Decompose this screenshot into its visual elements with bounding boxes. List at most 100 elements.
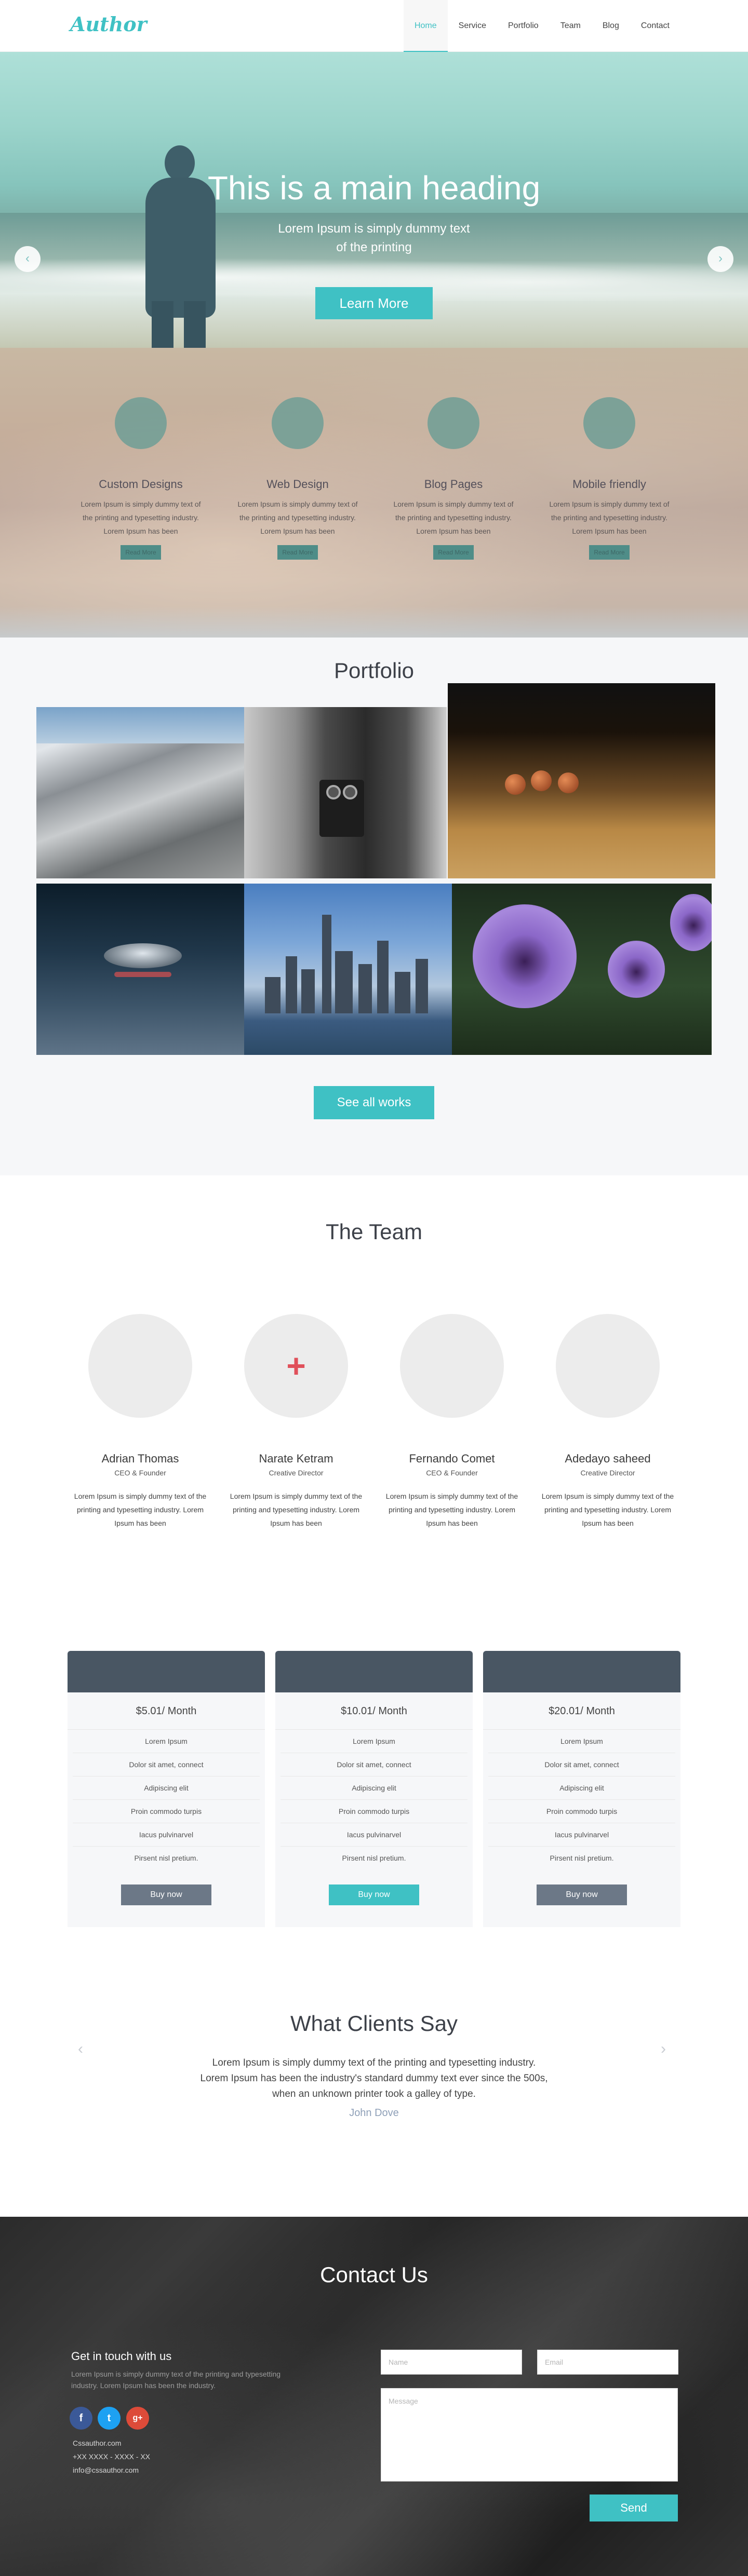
- services-bottom-strip: [0, 606, 748, 638]
- nav-blog[interactable]: Blog: [592, 0, 630, 52]
- contact-subtitle: Get in touch with us: [71, 2350, 172, 2363]
- hero-slider: This is a main heading Lorem Ipsum is si…: [0, 52, 748, 348]
- plan-features: Lorem Ipsum Dolor sit amet, connect Adip…: [68, 1730, 265, 1870]
- portfolio-image-mountains[interactable]: [36, 707, 244, 878]
- slider-next-icon[interactable]: ›: [707, 246, 733, 272]
- plan-feature: Iacus pulvinarvel: [488, 1823, 675, 1847]
- plan-feature: Proin commodo turpis: [488, 1800, 675, 1823]
- testimonial-next-icon[interactable]: ›: [661, 2040, 666, 2058]
- plan-feature: Adipiscing elit: [488, 1777, 675, 1800]
- team-member: Adrian Thomas CEO & Founder Lorem Ipsum …: [70, 1314, 210, 1530]
- service-title: Web Design: [266, 478, 329, 491]
- member-role: Creative Director: [269, 1469, 324, 1477]
- contact-text: Lorem Ipsum is simply dummy text of the …: [71, 2370, 281, 2390]
- testimonial-prev-icon[interactable]: ‹: [78, 2040, 83, 2058]
- service-card: Blog Pages Lorem Ipsum is simply dummy t…: [389, 397, 518, 560]
- contact-title: Contact Us: [320, 2262, 428, 2287]
- site-logo[interactable]: Author: [70, 12, 147, 36]
- plan-feature: Iacus pulvinarvel: [73, 1823, 260, 1847]
- plan-feature: Dolor sit amet, connect: [280, 1753, 468, 1777]
- site-header: Author Home Service Portfolio Team Blog …: [0, 0, 748, 52]
- nav-contact[interactable]: Contact: [630, 0, 680, 52]
- read-more-button[interactable]: Read More: [277, 545, 318, 560]
- avatar: [88, 1314, 192, 1418]
- member-name: Adedayo saheed: [565, 1452, 651, 1465]
- plus-icon[interactable]: +: [244, 1349, 348, 1382]
- google-plus-icon[interactable]: g+: [126, 2407, 149, 2430]
- service-card: Web Design Lorem Ipsum is simply dummy t…: [233, 397, 363, 560]
- plan-header: [275, 1651, 473, 1692]
- read-more-button[interactable]: Read More: [433, 545, 474, 560]
- plan-feature: Pirsent nisl pretium.: [342, 1854, 406, 1862]
- plan-feature: Adipiscing elit: [73, 1777, 260, 1800]
- team-title: The Team: [326, 1219, 422, 1244]
- plan-feature: Lorem Ipsum: [73, 1730, 260, 1753]
- nav-portfolio[interactable]: Portfolio: [497, 0, 550, 52]
- plan-feature: Iacus pulvinarvel: [280, 1823, 468, 1847]
- portfolio-image-drone[interactable]: [36, 884, 244, 1055]
- plan-price: $20.01/ Month: [483, 1692, 680, 1730]
- plan-price: $5.01/ Month: [68, 1692, 265, 1730]
- portfolio-section: Portfolio See all works: [0, 638, 748, 1175]
- send-button[interactable]: Send: [590, 2494, 678, 2521]
- nav-home[interactable]: Home: [403, 0, 448, 52]
- plan-feature: Pirsent nisl pretium.: [134, 1854, 198, 1862]
- name-field[interactable]: Name: [381, 2350, 522, 2375]
- buy-now-button[interactable]: Buy now: [121, 1884, 211, 1905]
- portfolio-image-camera[interactable]: [244, 707, 447, 878]
- plan-feature: Pirsent nisl pretium.: [550, 1854, 614, 1862]
- contact-email[interactable]: info@cssauthor.com: [73, 2466, 139, 2474]
- service-text: Lorem Ipsum is simply dummy text of the …: [237, 500, 358, 535]
- portfolio-image-city[interactable]: [244, 884, 452, 1055]
- service-card: Custom Designs Lorem Ipsum is simply dum…: [76, 397, 206, 560]
- plan-feature: Proin commodo turpis: [280, 1800, 468, 1823]
- twitter-icon[interactable]: t: [98, 2407, 121, 2430]
- hero-subheading: Lorem Ipsum is simply dummy text of the …: [0, 220, 748, 257]
- service-text: Lorem Ipsum is simply dummy text of the …: [393, 500, 514, 535]
- service-text: Lorem Ipsum is simply dummy text of the …: [81, 500, 201, 535]
- avatar[interactable]: +: [244, 1314, 348, 1418]
- team-section: The Team Adrian Thomas CEO & Founder Lor…: [0, 1175, 748, 1606]
- nav-service[interactable]: Service: [448, 0, 497, 52]
- testimonial-author: John Dove: [349, 2107, 399, 2119]
- plan-price: $10.01/ Month: [275, 1692, 473, 1730]
- buy-now-button[interactable]: Buy now: [537, 1884, 627, 1905]
- learn-more-button[interactable]: Learn More: [315, 287, 433, 319]
- nav-team[interactable]: Team: [550, 0, 592, 52]
- portfolio-image-flowers[interactable]: [452, 884, 712, 1055]
- contact-website[interactable]: Cssauthor.com: [73, 2439, 121, 2447]
- plan-feature: Lorem Ipsum: [488, 1730, 675, 1753]
- service-circle-icon: [115, 397, 167, 449]
- service-circle-icon: [428, 397, 479, 449]
- testimonial-quote: Lorem Ipsum is simply dummy text of the …: [200, 2057, 548, 2099]
- message-field[interactable]: Message: [381, 2388, 678, 2482]
- portfolio-title: Portfolio: [333, 658, 415, 683]
- member-bio: Lorem Ipsum is simply dummy text of the …: [230, 1492, 363, 1527]
- member-role: CEO & Founder: [114, 1469, 166, 1477]
- testimonials-title: What Clients Say: [290, 2011, 458, 2036]
- pricing-plan: $10.01/ Month Lorem Ipsum Dolor sit amet…: [275, 1651, 473, 1927]
- buy-now-button[interactable]: Buy now: [329, 1884, 419, 1905]
- read-more-button[interactable]: Read More: [589, 545, 630, 560]
- pricing-plan: $20.01/ Month Lorem Ipsum Dolor sit amet…: [483, 1651, 680, 1927]
- plan-header: [483, 1651, 680, 1692]
- service-circle-icon: [272, 397, 324, 449]
- email-field[interactable]: Email: [537, 2350, 678, 2375]
- service-title: Mobile friendly: [572, 478, 646, 491]
- member-name: Adrian Thomas: [101, 1452, 179, 1465]
- read-more-button[interactable]: Read More: [121, 545, 161, 560]
- plan-feature: Dolor sit amet, connect: [73, 1753, 260, 1777]
- plan-header: [68, 1651, 265, 1692]
- portfolio-image-nuts[interactable]: [448, 683, 715, 878]
- pricing-section: $5.01/ Month Lorem Ipsum Dolor sit amet,…: [0, 1606, 748, 1949]
- facebook-icon[interactable]: f: [70, 2407, 92, 2430]
- slider-prev-icon[interactable]: ‹: [15, 246, 41, 272]
- team-member: Adedayo saheed Creative Director Lorem I…: [538, 1314, 678, 1530]
- contact-section: Contact Us Get in touch with us Lorem Ip…: [0, 2217, 748, 2576]
- member-name: Narate Ketram: [259, 1452, 333, 1465]
- see-all-works-button[interactable]: See all works: [314, 1086, 434, 1119]
- contact-phone: +XX XXXX - XXXX - XX: [73, 2452, 151, 2461]
- service-card: Mobile friendly Lorem Ipsum is simply du…: [544, 397, 674, 560]
- plan-feature: Lorem Ipsum: [280, 1730, 468, 1753]
- service-circle-icon: [583, 397, 635, 449]
